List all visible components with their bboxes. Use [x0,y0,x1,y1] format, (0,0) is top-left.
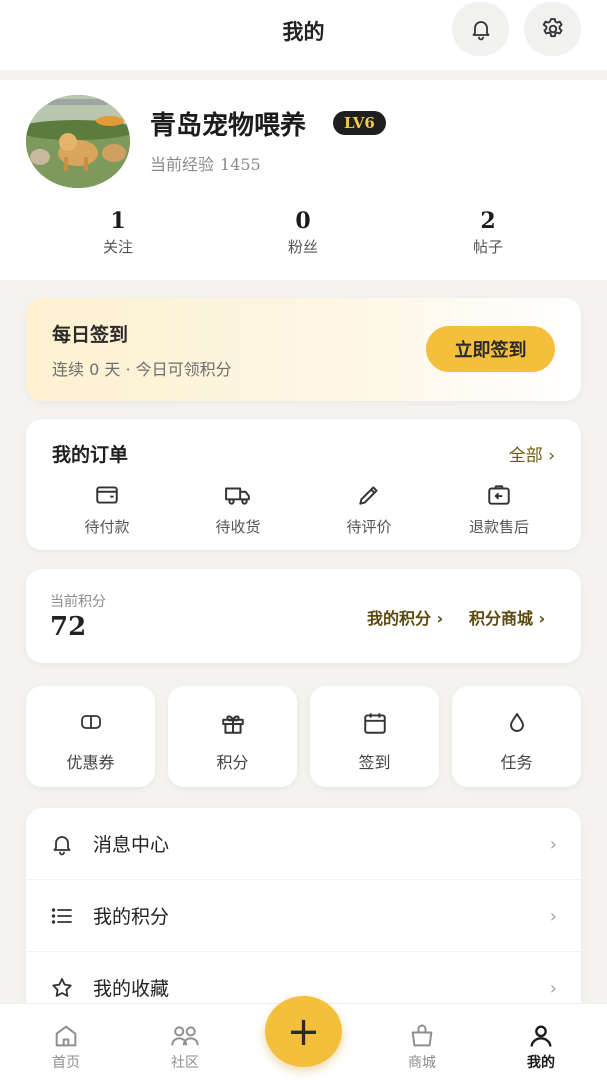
order-pending-receipt[interactable]: 待收货 [188,482,288,537]
tile-label: 签到 [358,753,391,772]
coupon-icon [80,715,101,729]
daily-signin-card: 每日签到 连续 0 天 · 今日可领积分 立即签到 [26,298,581,401]
create-post-button[interactable]: + [265,996,342,1067]
nav-label: 我的 [527,1055,555,1071]
order-label: 退款售后 [468,518,529,536]
orders-card: 我的订单 全部 › 待付款 待收货 待评价 退款售后 [26,419,581,550]
my-points-link[interactable]: 我的积分 › [367,605,443,629]
menu-item-my-points[interactable]: 我的积分 › [26,880,581,951]
gear-icon [542,18,562,38]
drop-icon [509,713,524,732]
stat-posts[interactable]: 2 帖子 [428,208,548,257]
tile-signin[interactable]: 签到 [310,686,439,787]
bell-icon [53,836,71,856]
plus-icon: + [286,1008,321,1055]
settings-button[interactable] [524,2,581,56]
points-label: 当前积分 [50,594,106,610]
orders-title: 我的订单 [52,444,129,466]
username: 青岛宠物喂养 [150,111,307,141]
points-mall-link[interactable]: 积分商城 › [469,605,545,629]
stat-value: 0 [295,208,311,234]
nav-label: 社区 [171,1055,199,1071]
shop-icon [411,1024,433,1047]
notification-button[interactable] [452,2,509,56]
truck-icon [225,487,250,505]
tile-coupons[interactable]: 优惠券 [26,686,155,787]
signin-button[interactable]: 立即签到 [426,326,555,372]
wallet-icon [96,486,118,504]
tile-label: 优惠券 [66,753,115,772]
order-label: 待评价 [346,518,392,536]
nav-home[interactable]: 首页 [21,1022,111,1072]
calendar-icon [363,713,386,734]
points-card: 当前积分 72 我的积分 › 积分商城 › [26,569,581,663]
pencil-icon [359,486,378,505]
top-header: 我的 [0,0,607,70]
stat-value: 1 [110,208,126,234]
order-refund-aftersale[interactable]: 退款售后 [449,482,549,537]
stat-value: 2 [480,208,496,234]
stat-following[interactable]: 1 关注 [58,208,178,257]
tile-points[interactable]: 积分 [168,686,297,787]
star-icon [52,978,72,997]
stat-label: 关注 [102,238,133,256]
menu-list: 消息中心 › 我的积分 › 我的收藏 › [26,808,581,1020]
profile-section: 青岛宠物喂养 LV6 当前经验 1455 1 关注 0 粉丝 2 帖子 [0,80,607,280]
refund-icon [488,485,510,505]
list-icon [51,908,72,924]
order-pending-review[interactable]: 待评价 [319,482,419,537]
tile-label: 积分 [216,753,249,772]
nav-label: 商城 [408,1055,436,1071]
chevron-right-icon: › [549,906,557,927]
stat-label: 粉丝 [287,238,318,256]
level-badge: LV6 [333,111,386,135]
chevron-right-icon: › [549,834,557,855]
menu-item-messages[interactable]: 消息中心 › [26,808,581,879]
bell-icon [472,21,489,41]
orders-all-link[interactable]: 全部 › [509,441,555,466]
points-value: 72 [50,612,87,642]
nav-shop[interactable]: 商城 [377,1022,467,1072]
tile-label: 任务 [500,753,533,772]
nav-community[interactable]: 社区 [140,1022,230,1072]
user-icon [530,1025,552,1047]
chevron-right-icon: › [549,978,557,999]
order-label: 待付款 [84,518,130,536]
menu-label: 我的收藏 [93,978,170,1000]
avatar[interactable] [26,95,130,188]
home-icon [55,1025,77,1047]
gift-icon [221,715,244,734]
nav-label: 首页 [52,1055,80,1071]
signin-title: 每日签到 [52,324,129,346]
signin-subtitle: 连续 0 天 · 今日可领积分 [52,360,232,379]
community-icon [171,1026,199,1046]
order-label: 待收货 [215,518,261,536]
stat-followers[interactable]: 0 粉丝 [243,208,363,257]
experience-line: 当前经验 1455 [150,151,261,175]
page-title: 我的 [282,20,325,44]
experience-label: 当前经验 [150,155,215,174]
experience-value: 1455 [220,155,261,174]
stat-label: 帖子 [472,238,503,256]
nav-mine[interactable]: 我的 [496,1022,586,1072]
menu-label: 消息中心 [93,834,170,856]
tile-tasks[interactable]: 任务 [452,686,581,787]
menu-label: 我的积分 [93,906,170,928]
order-pending-payment[interactable]: 待付款 [57,482,157,537]
